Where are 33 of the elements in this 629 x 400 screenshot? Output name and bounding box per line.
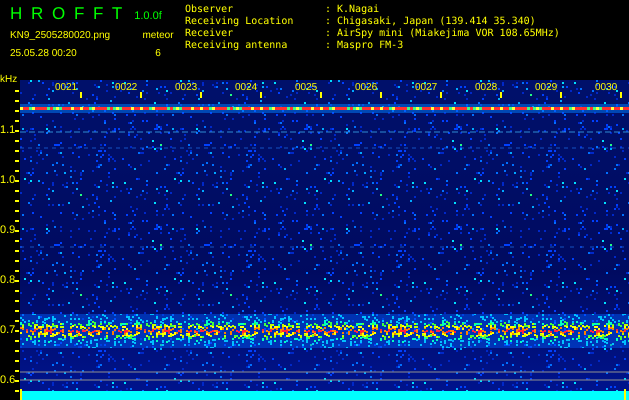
info-separator: : [325, 28, 332, 40]
info-label: Receiving antenna [185, 40, 288, 52]
date-time: 25.05.28 00:20 [10, 48, 77, 58]
file-name: KN9_2505280020.png [10, 30, 110, 40]
axis-label: 0.7 [0, 324, 16, 336]
axis-label: 0.8 [0, 274, 16, 286]
axis-label: 1.1 [0, 124, 16, 136]
axis-label: 1.0 [0, 174, 16, 186]
time-label: 0028 [475, 82, 498, 94]
time-label: 0023 [175, 82, 198, 94]
info-label: Receiver [185, 28, 234, 40]
time-label: 0029 [535, 82, 558, 94]
info-separator: : [325, 40, 332, 52]
time-label: 0021 [55, 82, 78, 94]
axis-label: 0.9 [0, 224, 16, 236]
time-label: 0024 [235, 82, 258, 94]
info-value: AirSpy mini (Miakejima VOR 108.65MHz) [337, 28, 560, 40]
meteor-count: 6 [154, 48, 162, 58]
time-label: 0026 [355, 82, 378, 94]
version-label: 1.0.0f [134, 10, 162, 22]
time-label: 0027 [415, 82, 438, 94]
info-value: K.Nagai [337, 4, 380, 16]
info-label: Receiving Location [185, 16, 294, 28]
info-separator: : [325, 4, 332, 16]
axis-label: 0.6 [0, 374, 16, 386]
info-value: Chigasaki, Japan (139.414 35.340) [337, 16, 536, 28]
axis-unit: kHz [0, 74, 18, 85]
count-label: meteor [141, 30, 175, 40]
time-label: 0022 [115, 82, 138, 94]
info-separator: : [325, 16, 332, 28]
info-value: Maspro FM-3 [337, 40, 404, 52]
app-title: H R O F F T [10, 4, 122, 24]
info-label: Observer [185, 4, 234, 16]
